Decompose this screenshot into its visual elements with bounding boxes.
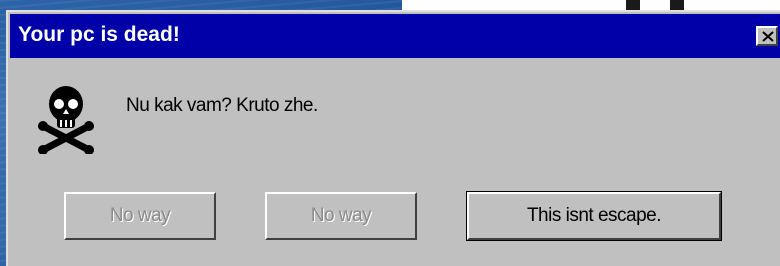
skull-crossbones-icon xyxy=(38,86,94,154)
close-button[interactable] xyxy=(756,26,778,46)
escape-button[interactable]: This isnt escape. xyxy=(466,191,722,241)
dialog-title: Your pc is dead! xyxy=(18,23,180,46)
dialog-message: Nu kak vam? Kruto zhe. xyxy=(126,95,318,116)
no-way-button-2[interactable]: No way xyxy=(265,192,417,240)
desktop-background: Your pc is dead! Nu kak vam? Kruto zhe. … xyxy=(0,0,780,266)
error-dialog: Your pc is dead! Nu kak vam? Kruto zhe. … xyxy=(6,10,780,266)
no-way-button-1[interactable]: No way xyxy=(64,192,216,240)
close-icon xyxy=(762,31,774,42)
title-bar[interactable]: Your pc is dead! xyxy=(10,14,780,58)
